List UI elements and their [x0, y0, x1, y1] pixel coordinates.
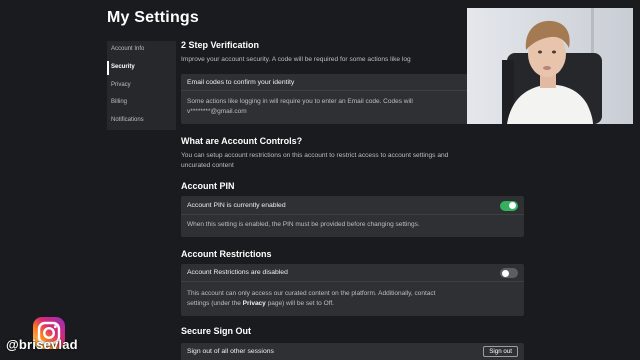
account-restrictions-title: Account Restrictions: [181, 249, 272, 259]
account-controls-line-1: You can setup account restrictions on th…: [181, 152, 449, 159]
account-pin-description: When this setting is enabled, the PIN mu…: [187, 221, 420, 228]
sidebar-item-account-info[interactable]: Account Info: [107, 41, 176, 59]
account-restrictions-description-line-1: This account can only access our curated…: [187, 290, 436, 297]
account-controls-line-2: uncurated content: [181, 162, 234, 169]
webcam-image: [467, 8, 633, 124]
privacy-page-reference: Privacy: [242, 299, 266, 307]
webcam-overlay: [467, 8, 633, 124]
two-step-title: 2 Step Verification: [181, 40, 260, 50]
account-pin-row: Account PIN is currently enabled: [181, 196, 524, 215]
secure-sign-out-title: Secure Sign Out: [181, 326, 252, 336]
account-restrictions-description-line-2: settings (under the Privacy page) will b…: [187, 299, 518, 309]
settings-sidebar: Account Info Security Privacy Billing No…: [107, 41, 176, 130]
sidebar-item-security[interactable]: Security: [107, 59, 176, 77]
sign-out-row: Sign out of all other sessions Sign out: [181, 343, 524, 360]
account-controls-description: You can setup account restrictions on th…: [181, 151, 526, 171]
account-pin-toggle[interactable]: [500, 200, 518, 211]
restrictions-text-pre: settings (under the: [187, 299, 243, 307]
account-restrictions-panel: Account Restrictions are disabled This a…: [181, 264, 524, 316]
account-restrictions-status: Account Restrictions are disabled: [187, 269, 288, 276]
account-controls-title: What are Account Controls?: [181, 136, 303, 146]
account-restrictions-row: Account Restrictions are disabled: [181, 264, 524, 282]
creator-handle: @brisevlad: [6, 337, 78, 352]
toggle-knob: [509, 202, 516, 209]
sidebar-item-billing[interactable]: Billing: [107, 94, 176, 112]
account-pin-title: Account PIN: [181, 181, 235, 191]
account-pin-panel: Account PIN is currently enabled When th…: [181, 196, 524, 237]
restrictions-text-post: page) will be set to Off.: [265, 299, 334, 307]
page-title: My Settings: [107, 9, 199, 26]
sign-out-label: Sign out of all other sessions: [187, 348, 274, 355]
account-restrictions-toggle[interactable]: [500, 268, 518, 278]
sign-out-button[interactable]: Sign out: [483, 346, 518, 357]
toggle-knob: [502, 269, 509, 277]
secure-sign-out-panel: Sign out of all other sessions Sign out: [181, 343, 524, 360]
sidebar-item-privacy[interactable]: Privacy: [107, 77, 176, 95]
sidebar-item-notifications[interactable]: Notifications: [107, 112, 176, 130]
account-pin-status: Account PIN is currently enabled: [187, 202, 286, 209]
